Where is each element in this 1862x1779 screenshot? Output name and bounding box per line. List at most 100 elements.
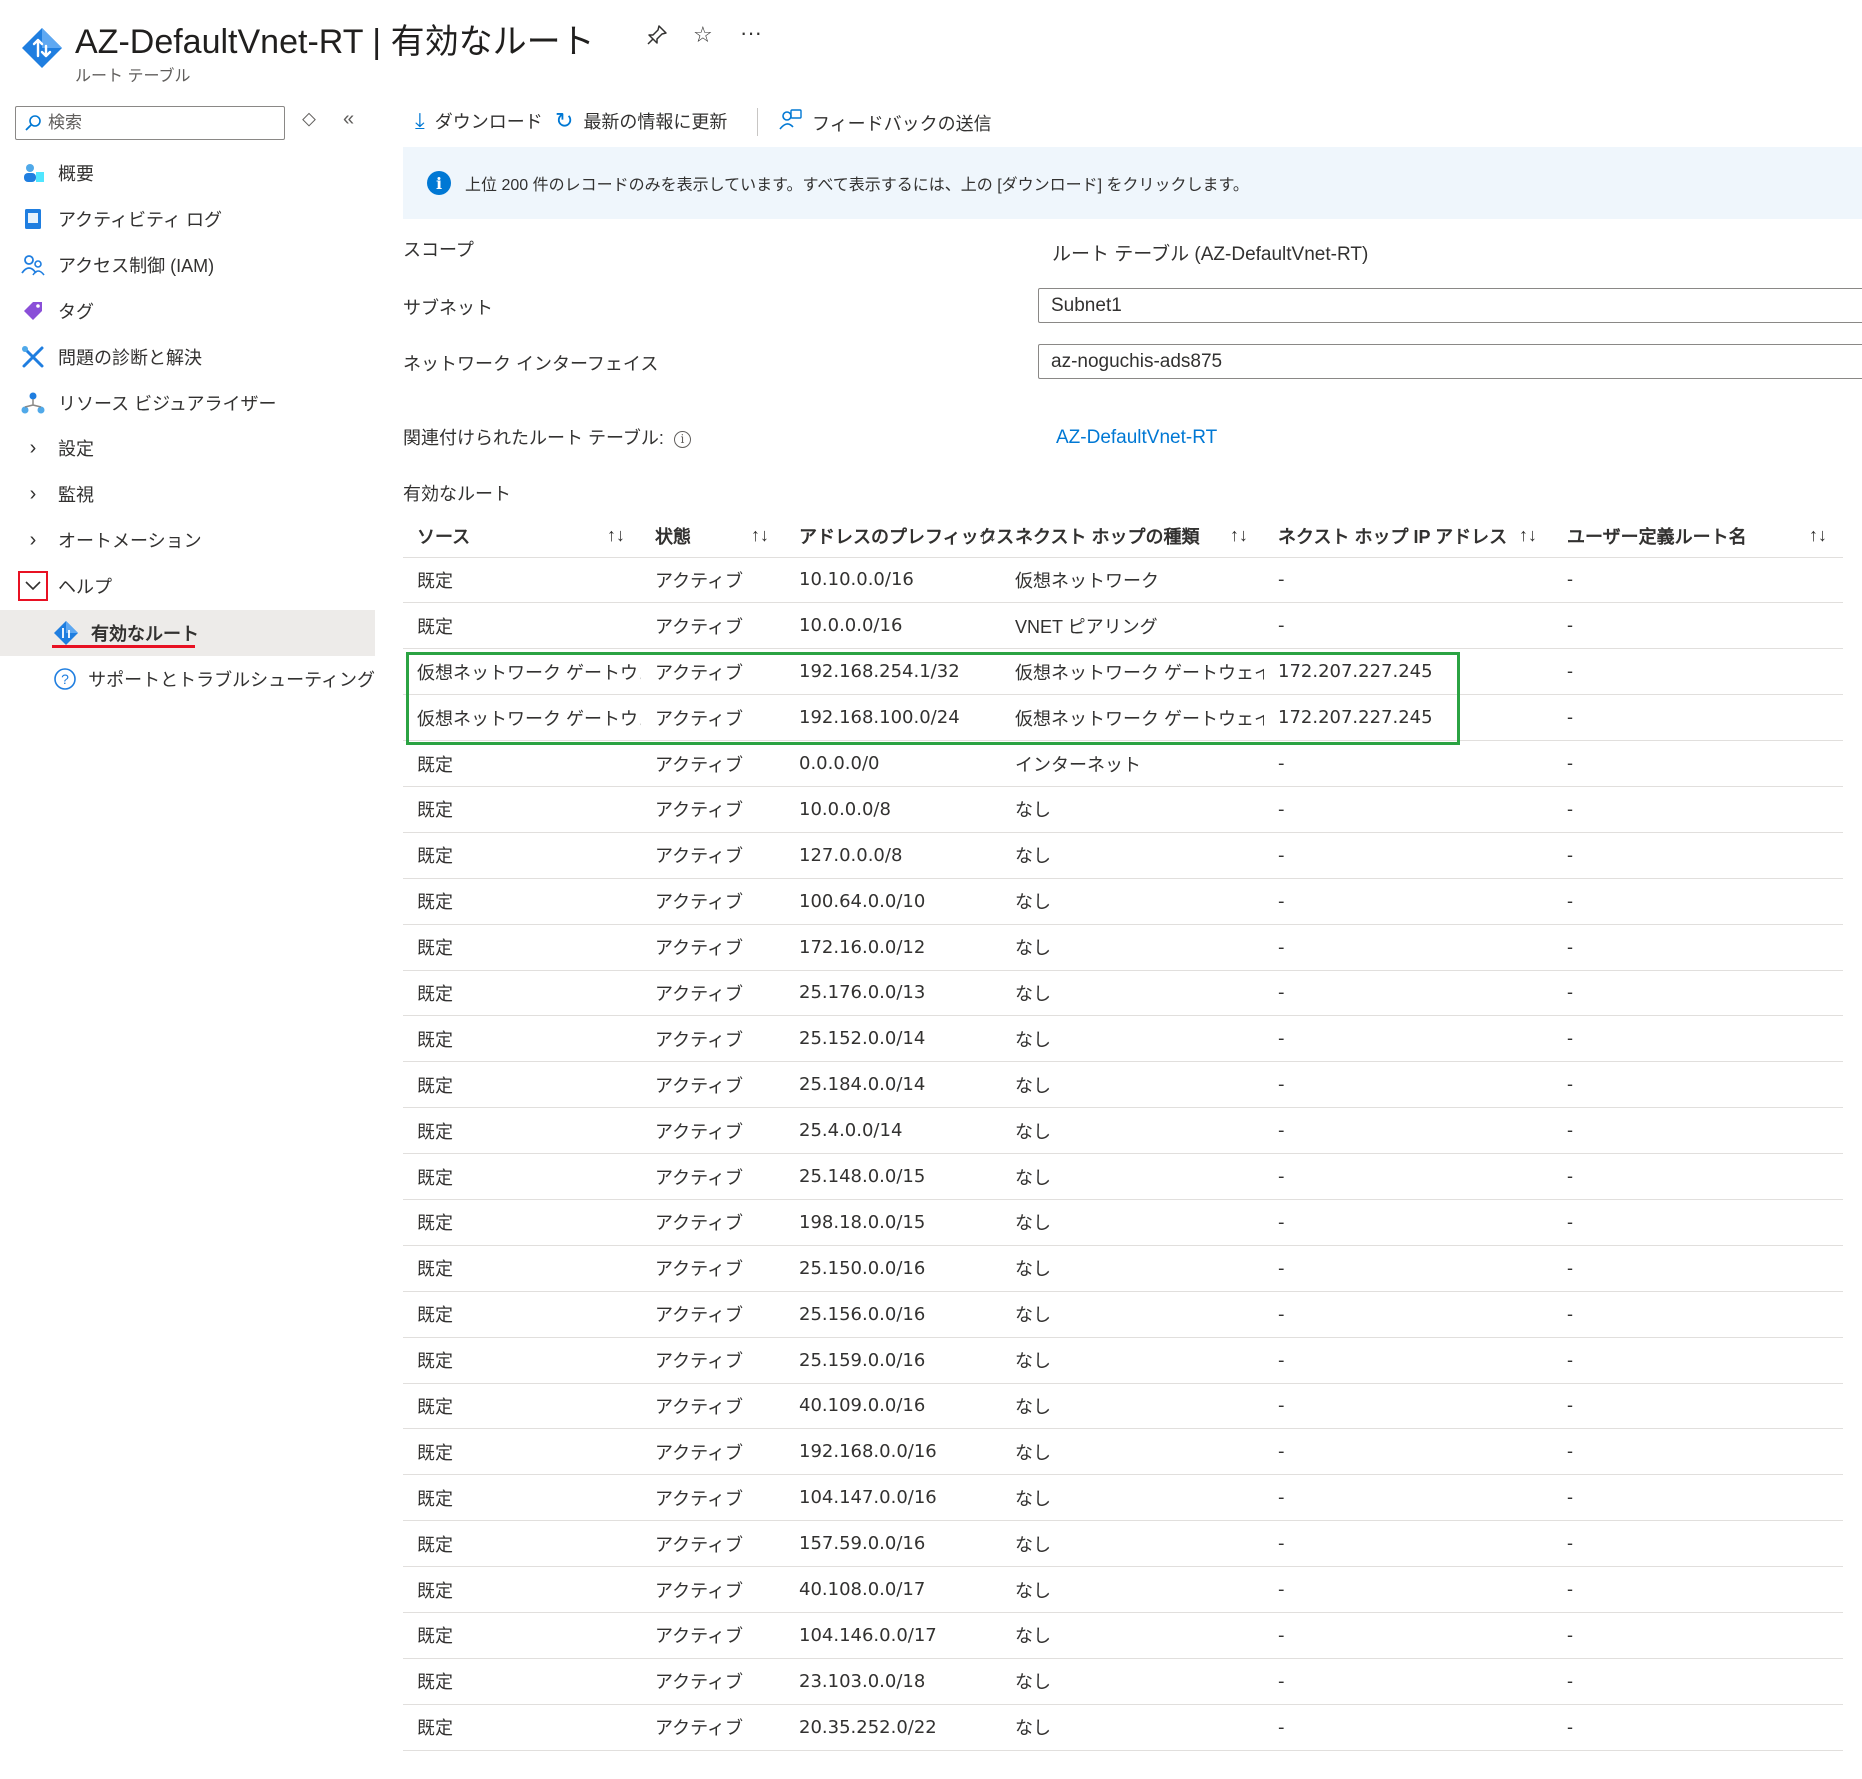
table-cell: - bbox=[1553, 1291, 1843, 1338]
annotation-underline bbox=[52, 645, 195, 648]
table-cell: 104.146.0.0/17 bbox=[785, 1612, 1001, 1659]
sidebar-item-overview[interactable]: 概要 bbox=[0, 151, 375, 195]
refresh-icon: ↻ bbox=[555, 108, 574, 133]
table-cell: アクティブ bbox=[641, 694, 785, 742]
sidebar-item-automation[interactable]: › オートメーション bbox=[0, 518, 375, 562]
table-cell: - bbox=[1553, 1337, 1843, 1384]
sort-icon[interactable]: ↑↓ bbox=[751, 525, 769, 546]
table-cell: 既定 bbox=[403, 557, 641, 604]
table-cell: 仮想ネットワーク bbox=[1001, 557, 1264, 604]
sidebar-item-resource-visualizer[interactable]: リソース ビジュアライザー bbox=[0, 381, 375, 425]
table-row: 既定 アクティブ 25.150.0.0/16 なし - - bbox=[403, 1245, 1843, 1292]
overview-icon bbox=[18, 158, 48, 188]
table-cell: なし bbox=[1001, 1199, 1264, 1246]
table-row: 既定 アクティブ 198.18.0.0/15 なし - - bbox=[403, 1199, 1843, 1246]
scope-label: スコープ bbox=[403, 240, 474, 260]
column-header-next-hop-ip[interactable]: ネクスト ホップ IP アドレス ↑↓ bbox=[1264, 515, 1553, 558]
table-cell: - bbox=[1264, 1245, 1553, 1292]
table-cell: なし bbox=[1001, 970, 1264, 1017]
table-cell: 100.64.0.0/10 bbox=[785, 878, 1001, 925]
table-cell: なし bbox=[1001, 1612, 1264, 1659]
table-cell: なし bbox=[1001, 1337, 1264, 1384]
table-cell: 172.207.227.245 bbox=[1264, 694, 1553, 742]
table-cell: 198.18.0.0/15 bbox=[785, 1199, 1001, 1246]
column-header-address-prefix[interactable]: アドレスのプレフィックス ↑↓ bbox=[785, 515, 1014, 558]
nic-dropdown[interactable]: az-noguchis-ads875 bbox=[1038, 344, 1862, 379]
sort-icon[interactable]: ↑↓ bbox=[979, 525, 997, 546]
sidebar-item-activity-log[interactable]: アクティビティ ログ bbox=[0, 197, 375, 241]
table-cell: なし bbox=[1001, 1428, 1264, 1476]
info-text: 上位 200 件のレコードのみを表示しています。すべて表示するには、上の [ダウ… bbox=[465, 177, 1249, 194]
sort-icon[interactable]: ↑↓ bbox=[607, 525, 625, 546]
table-cell: 既定 bbox=[403, 1291, 641, 1338]
ellipsis-icon[interactable]: ··· bbox=[740, 20, 762, 46]
table-cell: アクティブ bbox=[641, 602, 785, 650]
feedback-button[interactable]: フィードバックの送信 bbox=[778, 108, 992, 138]
download-button[interactable]: ⤓ ダウンロード bbox=[415, 108, 543, 134]
sort-icon[interactable]: ↑↓ bbox=[1230, 525, 1248, 546]
pin-icon[interactable] bbox=[646, 24, 668, 52]
table-cell: - bbox=[1264, 602, 1553, 650]
table-row: 既定 アクティブ 25.176.0.0/13 なし - - bbox=[403, 970, 1843, 1017]
info-circle-icon[interactable]: i bbox=[673, 430, 691, 448]
table-cell: 192.168.100.0/24 bbox=[785, 694, 1001, 742]
column-header-state[interactable]: 状態 ↑↓ bbox=[641, 515, 785, 558]
route-table-icon bbox=[51, 618, 81, 648]
table-cell: 既定 bbox=[403, 970, 641, 1017]
table-cell: - bbox=[1264, 1428, 1553, 1476]
table-cell: アクティブ bbox=[641, 1658, 785, 1705]
table-cell: - bbox=[1264, 1107, 1553, 1155]
column-header-label: 状態 bbox=[655, 526, 691, 547]
table-cell: 192.168.0.0/16 bbox=[785, 1428, 1001, 1476]
table-cell: アクティブ bbox=[641, 1566, 785, 1613]
sidebar-item-label: アクセス制御 (IAM) bbox=[58, 256, 215, 276]
table-row: 既定 アクティブ 157.59.0.0/16 なし - - bbox=[403, 1520, 1843, 1568]
refresh-button[interactable]: ↻ 最新の情報に更新 bbox=[555, 108, 727, 134]
table-cell: 既定 bbox=[403, 924, 641, 971]
table-cell: - bbox=[1553, 740, 1843, 787]
table-cell: - bbox=[1264, 557, 1553, 604]
table-cell: - bbox=[1264, 1061, 1553, 1109]
table-cell: なし bbox=[1001, 1291, 1264, 1338]
table-row: 既定 アクティブ 10.0.0.0/8 なし - - bbox=[403, 786, 1843, 833]
table-cell: - bbox=[1553, 924, 1843, 971]
question-icon: ? bbox=[51, 664, 78, 694]
expand-collapse-icon[interactable]: ⬦ bbox=[302, 108, 316, 131]
column-header-label: ユーザー定義ルート名 bbox=[1567, 526, 1747, 547]
collapse-sidebar-icon[interactable]: « bbox=[343, 108, 354, 131]
table-row: 既定 アクティブ 172.16.0.0/12 なし - - bbox=[403, 924, 1843, 971]
column-header-next-hop-type[interactable]: ネクスト ホップの種類 ↑↓ bbox=[1001, 515, 1264, 558]
subnet-dropdown[interactable]: Subnet1 bbox=[1038, 288, 1862, 323]
route-table-icon bbox=[22, 28, 62, 68]
table-row: 既定 アクティブ 20.35.252.0/22 なし - - bbox=[403, 1704, 1843, 1751]
search-input[interactable] bbox=[48, 113, 268, 133]
page-title: AZ-DefaultVnet-RT | 有効なルート bbox=[75, 23, 595, 61]
sort-icon[interactable]: ↑↓ bbox=[1519, 525, 1537, 546]
sort-icon[interactable]: ↑↓ bbox=[1809, 525, 1827, 546]
sidebar-item-support[interactable]: ? サポートとトラブルシューティング bbox=[0, 657, 375, 701]
sidebar-item-tags[interactable]: タグ bbox=[0, 289, 375, 333]
table-cell: - bbox=[1264, 878, 1553, 925]
chevron-right-icon: › bbox=[29, 528, 37, 551]
table-cell: なし bbox=[1001, 1153, 1264, 1200]
sidebar-item-monitoring[interactable]: › 監視 bbox=[0, 472, 375, 516]
table-row: 既定 アクティブ 23.103.0.0/18 なし - - bbox=[403, 1658, 1843, 1705]
column-header-source[interactable]: ソース ↑↓ bbox=[403, 515, 641, 558]
assoc-route-table-label: 関連付けられたルート テーブル: i bbox=[403, 424, 691, 450]
sidebar-item-iam[interactable]: アクセス制御 (IAM) bbox=[0, 243, 375, 287]
sidebar-item-diagnose[interactable]: 問題の診断と解決 bbox=[0, 335, 375, 379]
sidebar-item-effective-routes[interactable]: 有効なルート bbox=[0, 610, 375, 656]
table-cell: 既定 bbox=[403, 1520, 641, 1568]
sidebar-item-label: 設定 bbox=[58, 439, 94, 459]
table-cell: - bbox=[1553, 786, 1843, 833]
column-header-udr-name[interactable]: ユーザー定義ルート名 ↑↓ bbox=[1553, 515, 1843, 558]
column-header-label: ソース bbox=[417, 526, 471, 547]
assoc-route-table-link[interactable]: AZ-DefaultVnet-RT bbox=[1056, 427, 1217, 449]
table-cell: 10.0.0.0/16 bbox=[785, 602, 1001, 650]
search-box[interactable] bbox=[15, 106, 285, 140]
star-icon[interactable]: ☆ bbox=[693, 22, 713, 48]
sidebar-item-help[interactable]: ヘルプ bbox=[0, 564, 375, 608]
sidebar-item-label: リソース ビジュアライザー bbox=[58, 394, 277, 414]
sidebar-item-settings[interactable]: › 設定 bbox=[0, 426, 375, 470]
table-cell: 25.152.0.0/14 bbox=[785, 1015, 1001, 1063]
